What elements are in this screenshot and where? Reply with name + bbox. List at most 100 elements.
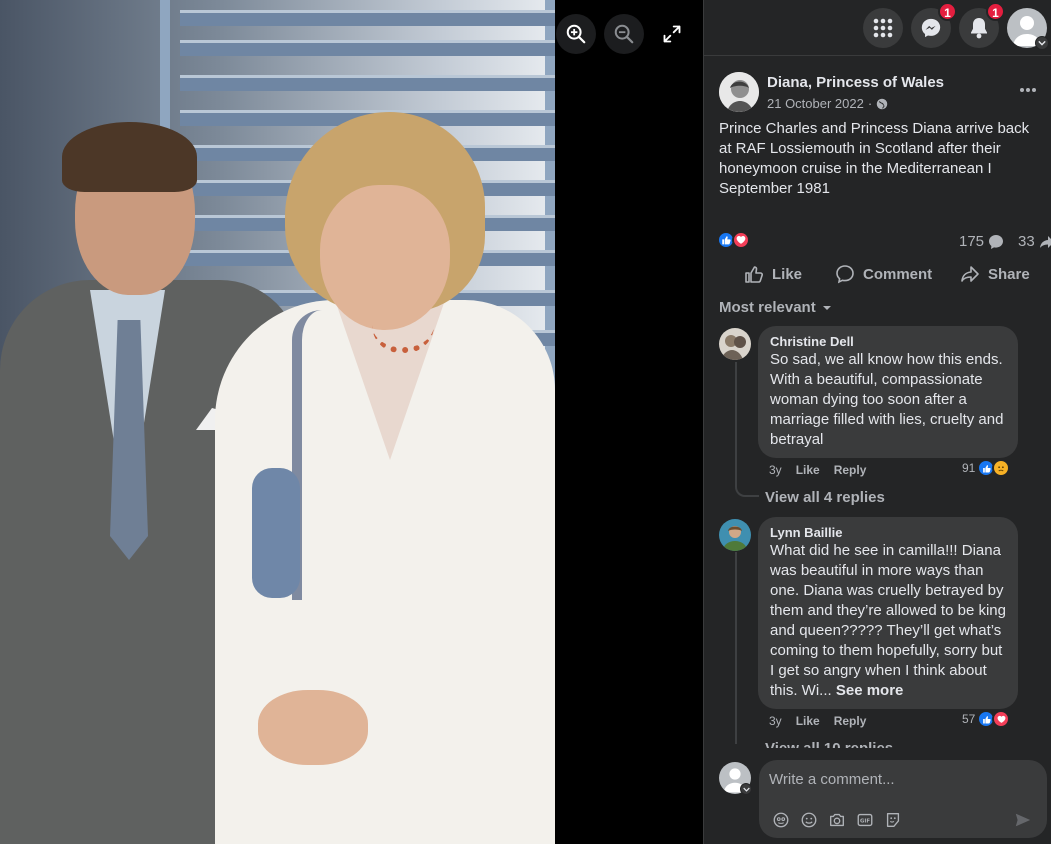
view-replies-link[interactable]: View all 4 replies: [765, 489, 885, 506]
comment-input-box[interactable]: GIF: [759, 760, 1047, 838]
photo-button[interactable]: [827, 810, 847, 830]
comment-label: Comment: [863, 265, 933, 283]
comment-reaction-count: 57: [962, 712, 976, 726]
emoji-icon: [801, 812, 817, 828]
fullscreen-button[interactable]: [652, 14, 692, 54]
post-actions: Like Comment Share: [704, 256, 1051, 296]
post-photo[interactable]: [0, 0, 555, 844]
sort-label: Most relevant: [719, 299, 816, 316]
commenter-photo: [719, 328, 751, 360]
post-meta: 21 October 2022 ·: [767, 96, 888, 111]
post-panel: 1 1 Diana, Princess of Wales 21 October …: [703, 0, 1051, 844]
commenter-photo: [719, 519, 751, 551]
comment-button[interactable]: Comment: [835, 264, 932, 284]
comment-bubble: Christine Dell So sad, we all know how t…: [758, 326, 1018, 458]
handbag: [252, 468, 300, 598]
commenter-avatar[interactable]: [719, 519, 751, 551]
zoom-in-button[interactable]: [556, 14, 596, 54]
engagement-counts: 175 33: [959, 233, 1051, 250]
thread-line: [735, 552, 737, 744]
comment-composer: GIF: [704, 752, 1051, 844]
see-more-link[interactable]: See more: [836, 682, 904, 699]
sad-reaction-icon: [992, 459, 1011, 477]
comment-count-icon: [989, 234, 1004, 249]
send-icon: [1015, 813, 1031, 827]
stair-step: [180, 10, 555, 26]
comment-text: What did he see in camilla!!! Diana was …: [770, 541, 1006, 701]
bell-icon: [971, 18, 987, 39]
comment-text: So sad, we all know how this ends. With …: [770, 351, 1004, 448]
author-avatar[interactable]: [719, 72, 759, 112]
commenter-name[interactable]: Christine Dell: [770, 334, 1006, 350]
post-author[interactable]: Diana, Princess of Wales: [767, 74, 944, 91]
post-text: Prince Charles and Princess Diana arrive…: [719, 120, 1030, 197]
notifications-button[interactable]: 1: [959, 2, 1005, 48]
comment-reply-button[interactable]: Reply: [834, 714, 867, 728]
chevron-down-icon: [1038, 40, 1046, 46]
share-label: Share: [988, 265, 1030, 283]
comment-age[interactable]: 3y: [769, 714, 782, 728]
avatar-sticker-icon: [773, 812, 789, 828]
gif-button[interactable]: GIF: [855, 810, 875, 830]
zoom-out-icon: [614, 24, 634, 44]
love-reaction-icon: [992, 710, 1011, 728]
man-hair: [62, 122, 197, 192]
author-photo: [719, 72, 759, 112]
messenger-badge: 1: [938, 2, 957, 21]
emoji-button[interactable]: [799, 810, 819, 830]
stair-step: [180, 40, 555, 56]
comment-count[interactable]: 175: [959, 233, 984, 250]
comment-icon: [836, 265, 854, 284]
thread-line: [735, 362, 759, 497]
photo-viewer: [0, 0, 703, 844]
camera-icon: [830, 813, 844, 827]
comment-text-body: What did he see in camilla!!! Diana was …: [770, 542, 1006, 699]
messenger-icon: [921, 18, 941, 38]
comment-reaction-count: 91: [962, 461, 976, 475]
reaction-summary[interactable]: [717, 231, 750, 249]
stair-step: [180, 75, 555, 91]
menu-button[interactable]: [863, 8, 903, 48]
post-options-button[interactable]: [1014, 78, 1042, 102]
comment-reactions[interactable]: 91: [962, 459, 1011, 477]
comment-meta: 3y Like Reply: [769, 714, 866, 728]
like-label: Like: [772, 265, 803, 283]
zoom-out-button[interactable]: [604, 14, 644, 54]
share-button[interactable]: Share: [960, 264, 1030, 284]
comment-age[interactable]: 3y: [769, 463, 782, 477]
menu-grid-icon: [873, 18, 893, 38]
sticker-button[interactable]: [883, 810, 903, 830]
commenter-avatar[interactable]: [719, 328, 751, 360]
clasped-hands: [258, 690, 368, 765]
gif-icon: GIF: [857, 813, 873, 827]
comment-input[interactable]: [769, 768, 1039, 790]
share-icon: [961, 266, 979, 282]
comment-like-button[interactable]: Like: [796, 463, 820, 477]
chevron-down-icon: [742, 787, 750, 792]
post-date[interactable]: 21 October 2022: [767, 96, 864, 111]
comment-bubble: Lynn Baillie What did he see in camilla!…: [758, 517, 1018, 709]
send-button[interactable]: [1013, 810, 1033, 830]
top-bar: 1 1: [704, 0, 1051, 56]
share-count[interactable]: 33: [1018, 233, 1035, 250]
svg-text:GIF: GIF: [860, 818, 870, 824]
love-reaction-icon: [732, 231, 750, 249]
like-button[interactable]: Like: [744, 264, 802, 284]
comment-meta: 3y Like Reply: [769, 463, 866, 477]
chevron-down-icon: [822, 305, 831, 310]
notifications-badge: 1: [986, 2, 1005, 21]
globe-icon: [876, 98, 888, 109]
commenter-name[interactable]: Lynn Baillie: [770, 525, 1006, 541]
avatar-sticker-button[interactable]: [771, 810, 791, 830]
account-menu-button[interactable]: [1035, 36, 1049, 50]
view-replies-link[interactable]: View all 10 replies: [765, 740, 893, 748]
messenger-button[interactable]: 1: [911, 2, 957, 48]
meta-separator: ·: [867, 96, 873, 111]
comment-like-button[interactable]: Like: [796, 714, 820, 728]
sticker-icon: [886, 813, 900, 827]
more-icon: [1020, 88, 1036, 92]
identity-switch-button[interactable]: [740, 783, 752, 795]
comment-reactions[interactable]: 57: [962, 710, 1011, 728]
comment-reply-button[interactable]: Reply: [834, 463, 867, 477]
comment-sort-dropdown[interactable]: Most relevant: [719, 299, 832, 316]
